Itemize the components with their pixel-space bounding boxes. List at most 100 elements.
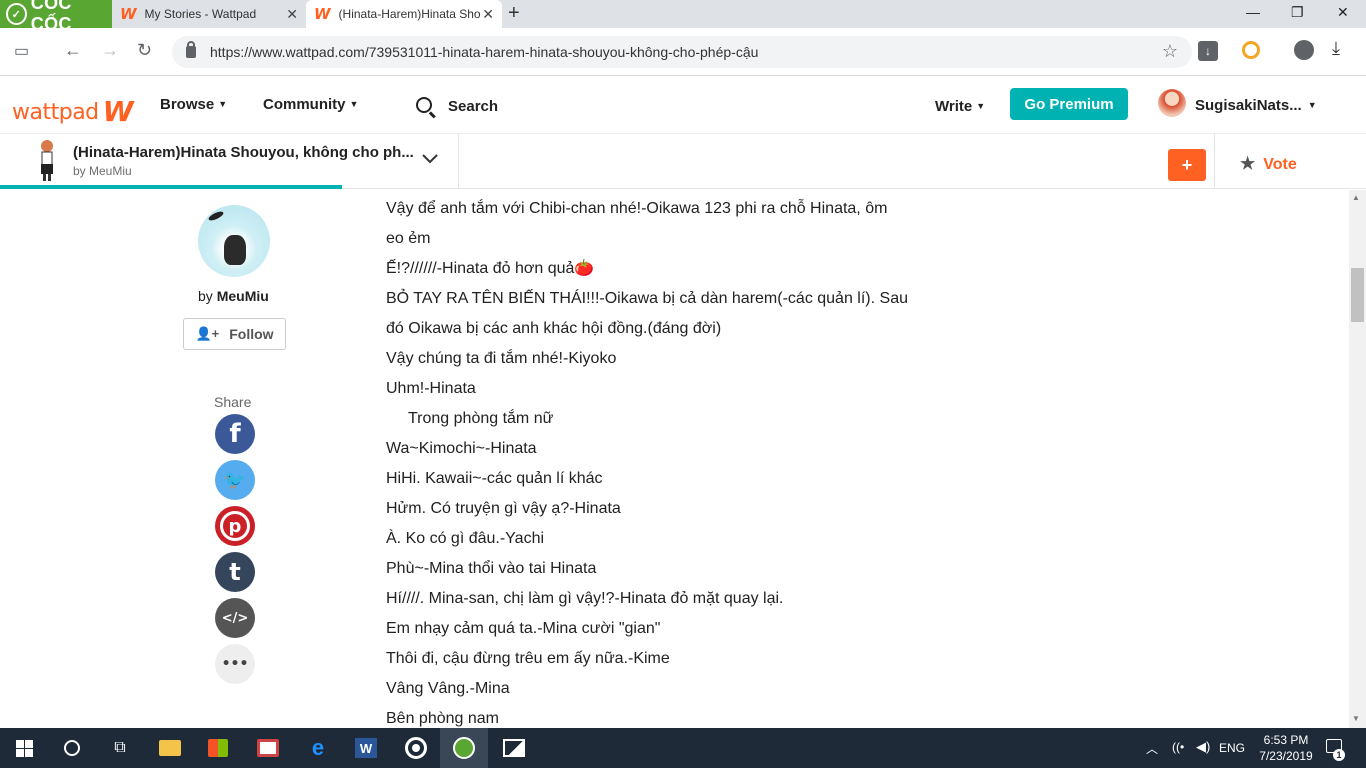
tab-title: My Stories - Wattpad	[144, 7, 257, 21]
paragraph: Em nhạy cảm quá ta.-Mina cười "gian"	[386, 620, 661, 637]
pinterest-share-icon[interactable]: p	[215, 506, 255, 546]
paragraph: Wa~Kimochi~-Hinata	[386, 440, 537, 457]
scroll-up-icon[interactable]: ▲	[1352, 193, 1360, 202]
url-bar[interactable]: https://www.wattpad.com/739531011-hinata…	[172, 36, 1192, 68]
paragraph: Hí////. Mina-san, chị làm gì vậy!?-Hinat…	[386, 590, 784, 607]
user-menu[interactable]: SugisakiNats... ▼	[1195, 97, 1317, 114]
facebook-share-icon[interactable]: f	[215, 414, 255, 454]
language-indicator[interactable]: ENG	[1219, 741, 1245, 755]
nav-browse[interactable]: Browse ▼	[160, 96, 227, 113]
browser-tab-active-story[interactable]: W (Hinata-Harem)Hinata Sho ✕	[306, 0, 502, 28]
wattpad-header: wattpad W Browse ▼ Community ▼ Search Write…	[0, 77, 1366, 133]
media-player-icon[interactable]	[392, 728, 440, 768]
scrollbar-thumb[interactable]	[1351, 268, 1364, 322]
username-label: SugisakiNats...	[1195, 97, 1302, 114]
chevron-down-icon[interactable]	[420, 148, 440, 168]
back-arrow-icon[interactable]: ←	[64, 40, 82, 61]
close-icon[interactable]: ✕	[286, 6, 298, 23]
paragraph: Thôi đi, cậu đừng trêu em ấy nữa.-Kime	[386, 650, 670, 667]
nav-write-label: Write	[935, 98, 973, 115]
user-avatar[interactable]	[1158, 89, 1186, 117]
new-tab-icon[interactable]: +	[508, 2, 520, 25]
paragraph: Ế!?//////-Hinata đỏ hơn quả🍅	[386, 260, 595, 277]
author-byline: by MeuMiu	[198, 288, 269, 304]
forward-arrow-icon[interactable]: →	[101, 40, 119, 61]
nav-write[interactable]: Write ▼	[935, 98, 985, 115]
reload-icon[interactable]: ↻	[137, 40, 152, 61]
story-cover-thumbnail[interactable]	[34, 138, 60, 182]
nav-community-label: Community	[263, 96, 346, 113]
window-close-icon[interactable]: ✕	[1337, 4, 1349, 21]
more-options-icon[interactable]: •••	[215, 644, 255, 684]
lock-icon	[186, 41, 196, 58]
by-label: by	[198, 288, 213, 304]
nav-browse-label: Browse	[160, 96, 215, 113]
clock-date: 7/23/2019	[1259, 749, 1313, 763]
cortana-search-icon[interactable]	[48, 728, 96, 768]
divider	[458, 134, 459, 189]
go-premium-button[interactable]: Go Premium	[1010, 88, 1128, 120]
windows-logo-icon	[15, 739, 33, 757]
task-view-icon[interactable]: ⧉	[96, 728, 144, 768]
follow-button[interactable]: 👤+ Follow	[183, 318, 286, 350]
author-name-link[interactable]: MeuMiu	[217, 288, 269, 304]
volume-icon[interactable]: ◀)	[1196, 739, 1210, 755]
paragraph: Uhm!-Hinata	[386, 380, 476, 397]
tab-title: (Hinata-Harem)Hinata Sho	[338, 7, 481, 21]
scroll-down-icon[interactable]: ▼	[1352, 714, 1360, 723]
downloads-icon[interactable]: ⤓	[1332, 38, 1340, 59]
paragraph: Vậy chúng ta đi tắm nhé!-Kiyoko	[386, 350, 617, 367]
wattpad-w-icon: W	[102, 95, 134, 128]
edge-browser-icon[interactable]: e	[294, 728, 342, 768]
nav-community[interactable]: Community ▼	[263, 96, 358, 113]
add-to-library-button[interactable]: +	[1168, 149, 1206, 181]
paragraph: Trong phòng tắm nữ	[408, 410, 554, 427]
app-icon[interactable]	[244, 728, 292, 768]
store-icon[interactable]	[194, 728, 242, 768]
add-user-icon: 👤+	[195, 326, 220, 341]
star-icon: ★	[1240, 154, 1256, 173]
paragraph: đó Oikawa bị các anh khác hội đồng.(đáng…	[386, 320, 722, 337]
avatar-art	[207, 209, 225, 223]
show-hidden-icons-icon[interactable]: ︿	[1146, 740, 1158, 757]
windows-taskbar: ⧉ e W ︿ ((• ◀) ENG 6:53 PM 7/23/2019 1	[0, 728, 1366, 768]
paragraph: HiHi. Kawaii~-các quản lí khác	[386, 470, 603, 487]
bookmark-star-icon[interactable]: ☆	[1162, 41, 1178, 62]
photos-icon[interactable]	[490, 728, 538, 768]
close-icon[interactable]: ✕	[482, 6, 494, 23]
author-avatar[interactable]	[198, 205, 270, 277]
story-author[interactable]: by MeuMiu	[73, 164, 132, 178]
download-icon[interactable]: ↓	[1198, 41, 1218, 61]
tumblr-share-icon[interactable]: t	[215, 552, 255, 592]
search-link[interactable]: Search	[448, 98, 498, 115]
coccoc-logo-icon: ✓	[6, 3, 27, 25]
caret-down-icon: ▼	[349, 99, 359, 109]
wattpad-logo[interactable]: wattpad W	[12, 93, 134, 128]
system-clock[interactable]: 6:53 PM 7/23/2019	[1256, 732, 1316, 764]
paragraph: eo ẻm	[386, 230, 431, 247]
twitter-share-icon[interactable]: 🐦	[215, 460, 255, 500]
paragraph: BỎ TAY RA TÊN BIẾN THÁI!!!-Oikawa bị cả …	[386, 290, 908, 307]
coccoc-taskbar-icon[interactable]	[440, 728, 488, 768]
vote-button[interactable]: ★ Vote	[1240, 154, 1297, 174]
paragraph: Phù~-Mina thổi vào tai Hinata	[386, 560, 597, 577]
wattpad-favicon-icon: W	[120, 5, 137, 23]
search-icon[interactable]	[416, 97, 432, 113]
story-text: Vậy để anh tắm với Chibi-chan nhé!-Oikaw…	[386, 194, 926, 734]
minimize-icon[interactable]: —	[1246, 4, 1260, 20]
restore-icon[interactable]: ❐	[1291, 4, 1304, 21]
clock-time: 6:53 PM	[1263, 733, 1309, 747]
extension-icon[interactable]	[1242, 41, 1260, 59]
start-button[interactable]	[0, 728, 48, 768]
word-icon[interactable]: W	[342, 728, 390, 768]
embed-code-icon[interactable]: </>	[215, 598, 255, 638]
sidebar-toggle-icon[interactable]: ▭	[14, 41, 29, 61]
network-icon[interactable]: ((•	[1172, 740, 1184, 754]
coccoc-brand-button[interactable]: ✓ CỐC CỐC	[0, 0, 112, 34]
caret-down-icon: ▼	[1307, 100, 1317, 110]
file-explorer-icon[interactable]	[146, 728, 194, 768]
browser-tab-my-stories[interactable]: W My Stories - Wattpad ✕	[112, 0, 306, 28]
profile-icon[interactable]	[1294, 40, 1314, 60]
story-title[interactable]: (Hinata-Harem)Hinata Shouyou, không cho …	[73, 144, 414, 161]
paragraph: Hửm. Có truyện gì vậy ạ?-Hinata	[386, 500, 621, 517]
